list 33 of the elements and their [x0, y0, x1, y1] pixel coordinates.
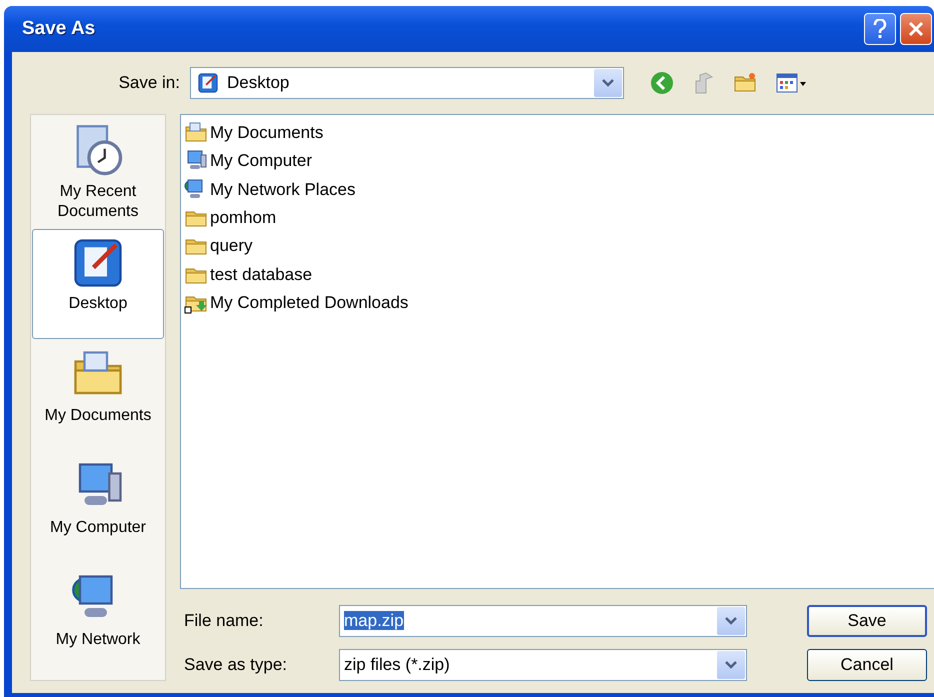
close-button[interactable]	[900, 13, 932, 45]
file-item[interactable]: My Network Places	[184, 176, 356, 204]
file-item[interactable]: query	[184, 232, 253, 260]
help-button[interactable]	[864, 13, 896, 45]
desktop-icon	[197, 72, 219, 94]
dropdown-button[interactable]	[717, 651, 745, 679]
file-item[interactable]: My Documents	[184, 119, 324, 148]
close-icon	[908, 21, 924, 37]
save-as-type-label: Save as type:	[184, 655, 288, 675]
file-item[interactable]: test database	[184, 260, 312, 289]
file-name-label: File name:	[184, 611, 264, 631]
view-grid-icon	[776, 72, 808, 94]
file-name-field[interactable]: map.zip	[339, 605, 747, 637]
window-title: Save As	[22, 18, 96, 40]
file-item[interactable]: My Computer	[184, 147, 312, 176]
save-as-type-dropdown[interactable]: zip files (*.zip)	[339, 649, 747, 681]
chevron-down-icon	[601, 78, 615, 88]
places-item[interactable]: Desktop	[32, 229, 164, 339]
chevron-down-icon	[724, 616, 738, 626]
dropdown-button[interactable]	[717, 607, 745, 635]
save-button[interactable]: Save	[807, 605, 927, 637]
file-item[interactable]: pomhom	[184, 204, 276, 232]
save-in-dropdown[interactable]: Desktop	[190, 67, 624, 99]
dropdown-button[interactable]	[594, 69, 622, 97]
places-item[interactable]: My Network	[32, 565, 164, 675]
help-icon	[873, 19, 887, 39]
places-item[interactable]: My Computer	[32, 453, 164, 563]
file-item[interactable]: My Completed Downloads	[184, 288, 408, 318]
places-item[interactable]: My Documents	[32, 341, 164, 451]
save-in-label: Save in:	[118, 73, 180, 93]
places-item[interactable]: My Recent Documents	[32, 117, 164, 227]
chevron-down-icon	[724, 660, 738, 670]
cancel-button[interactable]: Cancel	[807, 649, 927, 681]
